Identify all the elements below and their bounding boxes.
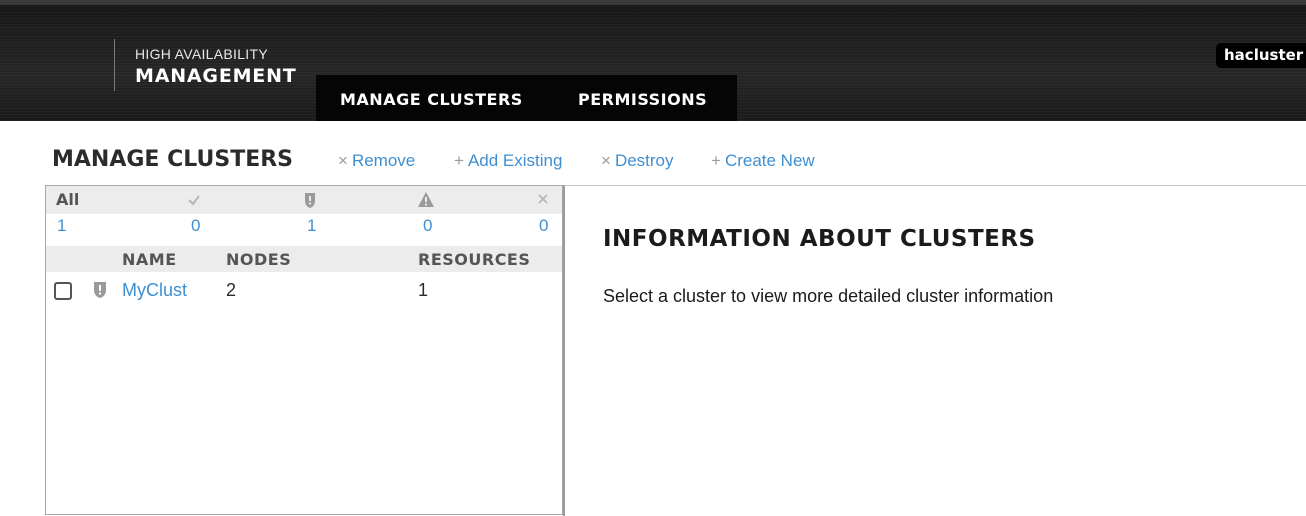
status-count-row: 1 0 1 0 0 [46, 216, 562, 244]
add-existing-button[interactable]: + Add Existing [454, 151, 562, 171]
count-ok[interactable]: 0 [191, 216, 200, 236]
warning-icon[interactable] [417, 186, 435, 214]
check-icon[interactable] [187, 186, 201, 214]
create-new-label: Create New [724, 151, 815, 170]
page-title: MANAGE CLUSTERS [52, 147, 294, 172]
tab-manage-clusters[interactable]: MANAGE CLUSTERS [340, 90, 523, 109]
column-nodes[interactable]: NODES [226, 250, 291, 269]
count-shield[interactable]: 1 [307, 216, 316, 236]
cluster-nodes: 2 [226, 280, 237, 300]
destroy-button[interactable]: × Destroy [601, 151, 674, 171]
cluster-name-link[interactable]: MyClust [122, 280, 187, 301]
cluster-info-panel: INFORMATION ABOUT CLUSTERS Select a clus… [563, 185, 1306, 516]
brand-divider [114, 39, 115, 91]
row-checkbox[interactable] [54, 282, 72, 300]
brand-line-1: HIGH AVAILABILITY [135, 46, 268, 62]
count-warning[interactable]: 0 [423, 216, 432, 236]
info-text: Select a cluster to view more detailed c… [603, 286, 1054, 306]
plus-icon: + [454, 151, 464, 170]
cluster-list-panel: All 1 0 1 0 0 NAME NODES RESOURCES MyClu… [45, 185, 563, 515]
column-resources[interactable]: RESOURCES [418, 250, 530, 269]
status-filter-row: All [46, 186, 562, 214]
user-menu[interactable]: hacluster [1216, 43, 1306, 68]
remove-button[interactable]: × Remove [338, 151, 415, 171]
shield-icon[interactable] [303, 186, 317, 214]
info-title: INFORMATION ABOUT CLUSTERS [603, 226, 1036, 252]
cluster-resources: 1 [418, 280, 429, 300]
top-header: HIGH AVAILABILITY MANAGEMENT MANAGE CLUS… [0, 0, 1306, 121]
remove-icon: × [338, 151, 348, 170]
count-error[interactable]: 0 [539, 216, 548, 236]
create-new-button[interactable]: + Create New [711, 151, 815, 171]
filter-all[interactable]: All [56, 186, 79, 214]
error-x-icon[interactable] [536, 186, 550, 214]
destroy-label: Destroy [614, 151, 674, 170]
shield-icon [92, 280, 108, 305]
tab-permissions[interactable]: PERMISSIONS [578, 90, 707, 109]
brand-line-2: MANAGEMENT [135, 65, 297, 87]
remove-label: Remove [351, 151, 416, 170]
add-existing-label: Add Existing [467, 151, 563, 170]
count-all[interactable]: 1 [57, 216, 66, 236]
plus-icon: + [711, 151, 721, 170]
remove-icon: × [601, 151, 611, 170]
column-name[interactable]: NAME [122, 250, 177, 269]
table-row[interactable]: MyClust 2 1 [46, 274, 562, 308]
main-nav: MANAGE CLUSTERS PERMISSIONS [316, 75, 737, 121]
table-header: NAME NODES RESOURCES [46, 246, 562, 272]
